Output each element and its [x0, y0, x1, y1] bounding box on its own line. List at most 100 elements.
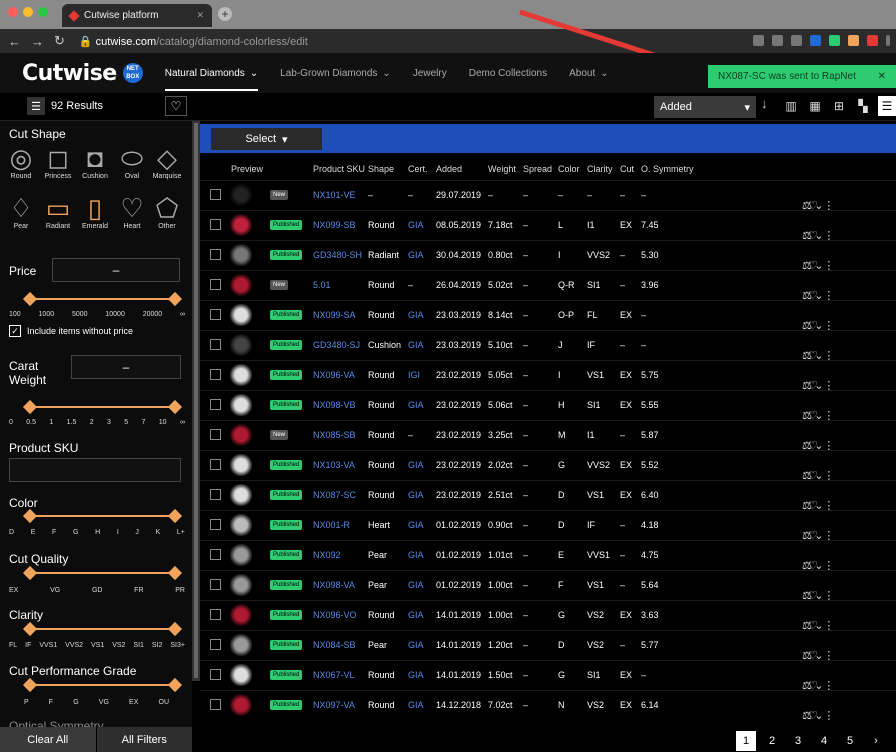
table-row[interactable]: Published GD3480-SH Radiant GIA 30.04.2019 0.…	[200, 240, 896, 272]
nav-natural-diamonds[interactable]: Natural Diamonds ⌄	[164, 68, 259, 91]
row-checkbox[interactable]	[210, 279, 221, 290]
col-color[interactable]: Color	[558, 164, 580, 174]
cell-sku[interactable]: NX084-SB	[313, 640, 356, 650]
row-checkbox[interactable]	[210, 309, 221, 320]
cell-sku[interactable]: NX087-SC	[313, 490, 356, 500]
row-checkbox[interactable]	[210, 639, 221, 650]
table-row[interactable]: New NX085-SB Round –23.02.2019 3.25ct – M I1–5.…	[200, 420, 896, 452]
col-shape[interactable]: Shape	[368, 164, 394, 174]
row-checkbox[interactable]	[210, 669, 221, 680]
cell-cert[interactable]: GIA	[408, 400, 424, 410]
extension-blue-icon[interactable]	[810, 35, 821, 46]
forward-icon[interactable]: →	[31, 34, 44, 49]
diamond-thumbnail[interactable]	[230, 304, 252, 326]
cut-quality-min-handle[interactable]	[22, 565, 38, 581]
minimize-window-icon[interactable]	[23, 7, 33, 17]
view-small-grid-icon[interactable]: ⊞	[830, 96, 848, 116]
menu-icon[interactable]	[886, 35, 890, 46]
cut-quality-max-handle[interactable]	[167, 565, 183, 581]
row-checkbox[interactable]	[210, 369, 221, 380]
row-checkbox[interactable]	[210, 519, 221, 530]
table-row[interactable]: Published NX103-VA Round GIA 23.02.2019 2.02c…	[200, 450, 896, 482]
close-icon[interactable]: ✕	[878, 71, 886, 82]
table-row[interactable]: Published NX096-VO Round GIA 14.01.2019 1.00c…	[200, 600, 896, 632]
diamond-thumbnail[interactable]	[230, 514, 252, 536]
cell-cert[interactable]: IGI	[408, 370, 420, 380]
row-checkbox[interactable]	[210, 339, 221, 350]
col-spread[interactable]: Spread	[523, 164, 552, 174]
shape-heart[interactable]: ♡ Heart	[115, 193, 149, 230]
diamond-thumbnail[interactable]	[230, 664, 252, 686]
diamond-thumbnail[interactable]	[230, 574, 252, 596]
price-slider[interactable]	[30, 298, 175, 300]
extension-green-icon[interactable]	[829, 35, 840, 46]
table-row[interactable]: New NX101-VE – –29.07.2019– – – – – – ⚖ ♡ ⌄ ⋮	[200, 180, 896, 212]
url-field[interactable]: 🔒 cutwise.com/catalog/diamond-colorless/…	[79, 35, 308, 48]
diamond-thumbnail[interactable]	[230, 394, 252, 416]
cell-sku[interactable]: NX096-VA	[313, 370, 355, 380]
chevron-down-icon[interactable]: ⌄	[814, 709, 823, 722]
cell-cert[interactable]: GIA	[408, 340, 424, 350]
shape-marquise[interactable]: ◇ Marquise	[150, 143, 184, 180]
next-page-icon[interactable]: ›	[866, 731, 886, 751]
logo[interactable]: Cutwise	[22, 61, 117, 86]
all-filters-button[interactable]: All Filters	[96, 727, 192, 752]
diamond-thumbnail[interactable]	[230, 484, 252, 506]
cut-performance-max-handle[interactable]	[167, 677, 183, 693]
color-min-handle[interactable]	[22, 508, 38, 524]
diamond-thumbnail[interactable]	[230, 244, 252, 266]
table-row[interactable]: Published NX098-VA Pear GIA 01.02.2019 1.00ct…	[200, 570, 896, 602]
reload-icon[interactable]: ↻	[54, 33, 65, 49]
col-cert[interactable]: Cert.	[408, 164, 428, 174]
carat-max-handle[interactable]	[167, 399, 183, 415]
cut-quality-slider[interactable]	[30, 572, 175, 574]
table-row[interactable]: Published NX067-VL Round GIA 14.01.2019 1.50c…	[200, 660, 896, 692]
clarity-max-handle[interactable]	[167, 621, 183, 637]
shape-round[interactable]: ◎ Round	[4, 143, 38, 180]
row-checkbox[interactable]	[210, 609, 221, 620]
nav-about[interactable]: About ⌄	[569, 68, 609, 79]
table-row[interactable]: Published NX092 Pear GIA 01.02.2019 1.01ct – E V…	[200, 540, 896, 572]
table-row[interactable]: Published NX098-VB Round GIA 23.02.2019 5.06c…	[200, 390, 896, 422]
row-checkbox[interactable]	[210, 699, 221, 710]
row-checkbox[interactable]	[210, 399, 221, 410]
table-row[interactable]: Published NX001-R Heart GIA 01.02.2019 0.90ct…	[200, 510, 896, 542]
diamond-thumbnail[interactable]	[230, 424, 252, 446]
table-row[interactable]: Published NX087-SC Round GIA 23.02.2019 2.51c…	[200, 480, 896, 512]
row-checkbox[interactable]	[210, 549, 221, 560]
nav-lab-grown[interactable]: Lab-Grown Diamonds ⌄	[280, 68, 391, 79]
close-tab-icon[interactable]: ✕	[196, 10, 204, 21]
page-1[interactable]: 1	[736, 731, 756, 751]
table-row[interactable]: New 5.01 Round –26.04.2019 5.02ct – Q-R SI1–3.9…	[200, 270, 896, 302]
shape-cushion[interactable]: ◘ Cushion	[78, 143, 112, 180]
shape-radiant[interactable]: ▭ Radiant	[41, 193, 75, 230]
cell-cert[interactable]: GIA	[408, 220, 424, 230]
more-menu-icon[interactable]: ⋮	[823, 709, 834, 722]
cell-sku[interactable]: NX099-SB	[313, 220, 356, 230]
diamond-thumbnail[interactable]	[230, 634, 252, 656]
cell-sku[interactable]: NX101-VE	[313, 190, 356, 200]
col-added[interactable]: Added	[436, 164, 462, 174]
cell-cert[interactable]: GIA	[408, 640, 424, 650]
clear-all-button[interactable]: Clear All	[0, 727, 97, 752]
row-checkbox[interactable]	[210, 429, 221, 440]
star-icon[interactable]	[791, 35, 802, 46]
view-list-icon[interactable]: ☰	[878, 96, 896, 116]
cell-sku[interactable]: NX103-VA	[313, 460, 355, 470]
col-sku[interactable]: Product SKU	[313, 164, 365, 174]
cell-cert[interactable]: GIA	[408, 550, 424, 560]
table-row[interactable]: Published NX099-SA Round GIA 23.03.2019 8.14c…	[200, 300, 896, 332]
shape-princess[interactable]: ◻ Princess	[41, 143, 75, 180]
table-row[interactable]: Published NX099-SB Round GIA 08.05.2019 7.18c…	[200, 210, 896, 242]
translate-icon[interactable]	[772, 35, 783, 46]
cell-sku[interactable]: 5.01	[313, 280, 331, 290]
view-grid-icon[interactable]: ▦	[806, 96, 824, 116]
cell-cert[interactable]: GIA	[408, 490, 424, 500]
page-2[interactable]: 2	[762, 731, 782, 751]
view-tiles-icon[interactable]: ▚	[854, 96, 872, 116]
cell-cert[interactable]: GIA	[408, 460, 424, 470]
carat-slider[interactable]	[30, 406, 175, 408]
diamond-thumbnail[interactable]	[230, 184, 252, 206]
page-5[interactable]: 5	[840, 731, 860, 751]
cell-cert[interactable]: GIA	[408, 580, 424, 590]
